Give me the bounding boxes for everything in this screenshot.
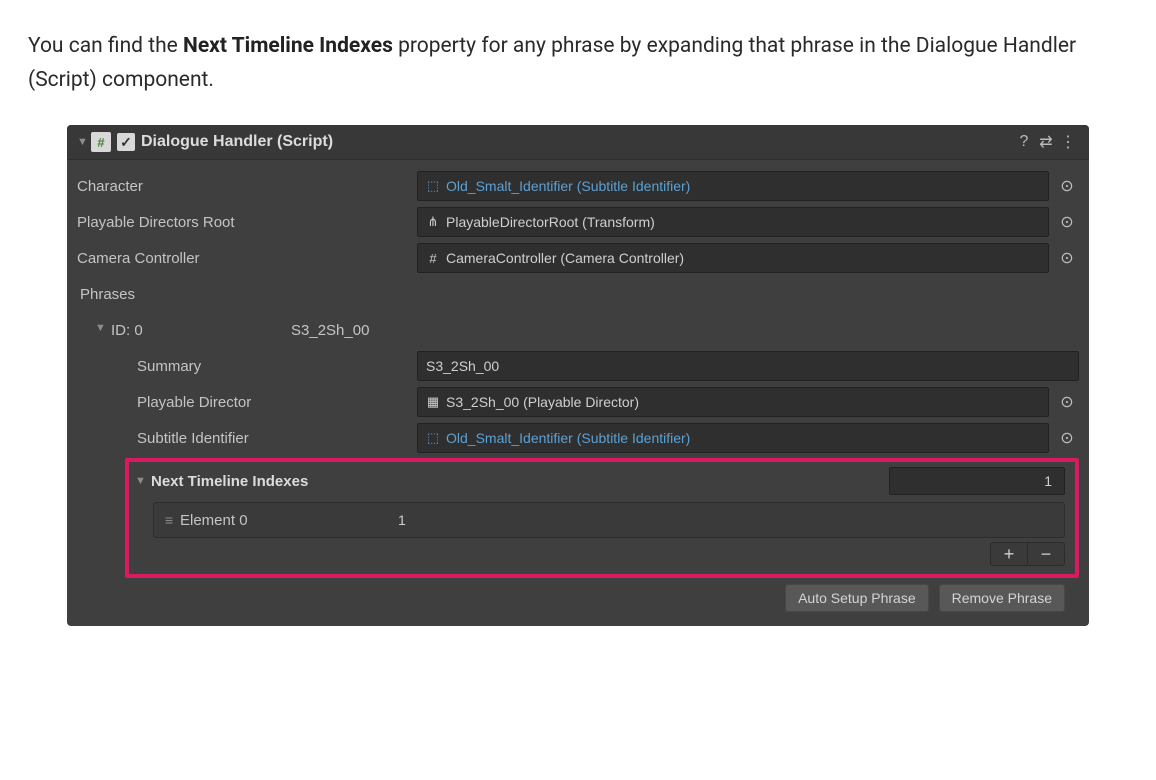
help-icon[interactable]: ? (1013, 133, 1035, 151)
add-button[interactable]: + (991, 543, 1028, 565)
kebab-icon[interactable]: ⋮ (1057, 132, 1079, 152)
nti-element-label: Element 0 (180, 512, 390, 529)
nti-element-value: 1 (398, 512, 406, 528)
nti-header[interactable]: ▼ Next Timeline Indexes 1 (133, 464, 1071, 498)
si-field[interactable]: ⬚ Old_Smalt_Identifier (Subtitle Identif… (417, 423, 1049, 453)
object-picker-icon[interactable]: ⊙ (1055, 424, 1079, 452)
pdr-label: Playable Directors Root (77, 214, 417, 231)
highlight-box: ▼ Next Timeline Indexes 1 ≡ Element 0 1 … (125, 458, 1079, 578)
remove-phrase-label: Remove Phrase (952, 590, 1052, 606)
foldout-icon[interactable]: ▼ (95, 322, 107, 339)
summary-field[interactable]: S3_2Sh_00 (417, 351, 1079, 381)
intro-t1: You can find the (28, 34, 183, 58)
cube-icon: ⬚ (424, 430, 442, 446)
component-body: Character ⬚ Old_Smalt_Identifier (Subtit… (67, 160, 1089, 620)
director-icon: ▦ (424, 394, 442, 410)
summary-value: S3_2Sh_00 (426, 358, 499, 374)
summary-row: Summary S3_2Sh_00 (77, 348, 1079, 384)
character-row: Character ⬚ Old_Smalt_Identifier (Subtit… (77, 168, 1079, 204)
remove-button[interactable]: − (1028, 543, 1064, 565)
phrase-id-row[interactable]: ▼ ID: 0 S3_2Sh_00 (77, 312, 1079, 348)
component-title: Dialogue Handler (Script) (141, 133, 1013, 151)
nti-count-value: 1 (1044, 473, 1052, 489)
pdr-field[interactable]: ⋔ PlayableDirectorRoot (Transform) (417, 207, 1049, 237)
inspector-component: ▼ # ✓ Dialogue Handler (Script) ? ⇄ ⋮ Ch… (67, 125, 1089, 626)
pd-row: Playable Director ▦ S3_2Sh_00 (Playable … (77, 384, 1079, 420)
auto-setup-label: Auto Setup Phrase (798, 590, 916, 606)
object-picker-icon[interactable]: ⊙ (1055, 172, 1079, 200)
hash-icon: # (424, 251, 442, 266)
foldout-icon[interactable]: ▼ (77, 136, 89, 148)
cube-icon: ⬚ (424, 178, 442, 194)
phrase-id-tag: S3_2Sh_00 (291, 322, 369, 339)
transform-icon: ⋔ (424, 214, 442, 230)
object-picker-icon[interactable]: ⊙ (1055, 208, 1079, 236)
cam-field[interactable]: # CameraController (Camera Controller) (417, 243, 1049, 273)
object-picker-icon[interactable]: ⊙ (1055, 244, 1079, 272)
script-icon: # (91, 132, 111, 152)
character-value: Old_Smalt_Identifier (Subtitle Identifie… (446, 178, 690, 194)
nti-addremove: + − (133, 542, 1065, 566)
phrases-row: Phrases (77, 276, 1079, 312)
nti-element-row: ≡ Element 0 1 (153, 502, 1065, 538)
cam-row: Camera Controller # CameraController (Ca… (77, 240, 1079, 276)
phrase-buttons: Auto Setup Phrase Remove Phrase (77, 584, 1065, 612)
cam-label: Camera Controller (77, 250, 417, 267)
component-header[interactable]: ▼ # ✓ Dialogue Handler (Script) ? ⇄ ⋮ (67, 125, 1089, 160)
object-picker-icon[interactable]: ⊙ (1055, 388, 1079, 416)
nti-count-field[interactable]: 1 (889, 467, 1065, 495)
si-row: Subtitle Identifier ⬚ Old_Smalt_Identifi… (77, 420, 1079, 456)
character-label: Character (77, 178, 417, 195)
pd-field[interactable]: ▦ S3_2Sh_00 (Playable Director) (417, 387, 1049, 417)
si-value: Old_Smalt_Identifier (Subtitle Identifie… (446, 430, 690, 446)
drag-handle-icon[interactable]: ≡ (158, 512, 180, 528)
summary-label: Summary (77, 358, 417, 375)
intro-paragraph: You can find the Next Timeline Indexes p… (28, 30, 1128, 97)
pd-value: S3_2Sh_00 (Playable Director) (446, 394, 639, 410)
intro-bold: Next Timeline Indexes (183, 34, 393, 58)
nti-element-field[interactable]: 1 (390, 508, 1060, 532)
auto-setup-button[interactable]: Auto Setup Phrase (785, 584, 929, 612)
pdr-value: PlayableDirectorRoot (Transform) (446, 214, 655, 230)
enable-checkbox[interactable]: ✓ (117, 133, 135, 151)
foldout-icon[interactable]: ▼ (135, 475, 147, 487)
nti-title: Next Timeline Indexes (151, 473, 889, 490)
phrases-label: Phrases (80, 286, 420, 303)
phrase-id-label: ID: 0 (111, 322, 261, 339)
pdr-row: Playable Directors Root ⋔ PlayableDirect… (77, 204, 1079, 240)
pd-label: Playable Director (77, 394, 417, 411)
preset-icon[interactable]: ⇄ (1035, 132, 1057, 152)
character-field[interactable]: ⬚ Old_Smalt_Identifier (Subtitle Identif… (417, 171, 1049, 201)
remove-phrase-button[interactable]: Remove Phrase (939, 584, 1065, 612)
si-label: Subtitle Identifier (77, 430, 417, 447)
cam-value: CameraController (Camera Controller) (446, 250, 684, 266)
